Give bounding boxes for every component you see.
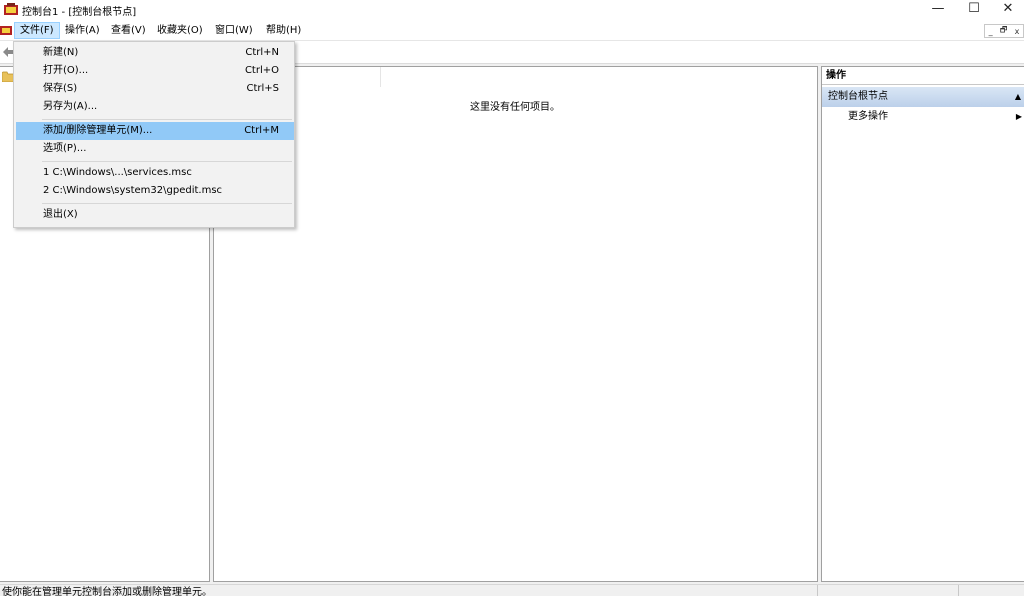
menu-action[interactable]: 操作(A) [60, 22, 105, 39]
actions-title: 操作 [822, 67, 1024, 85]
menu-item-open[interactable]: 打开(O)... Ctrl+O [16, 62, 294, 80]
more-actions-label: 更多操作 [848, 111, 888, 122]
mmc-app-icon [4, 3, 18, 15]
status-divider [817, 585, 818, 596]
mdi-minimize-button[interactable]: _ [989, 27, 993, 36]
menu-item-options[interactable]: 选项(P)... [16, 140, 294, 158]
menu-separator [42, 161, 292, 162]
menu-item-exit[interactable]: 退出(X) [16, 206, 294, 224]
submenu-arrow-icon: ▶ [1015, 112, 1022, 121]
mdi-close-button[interactable]: x [1015, 27, 1020, 36]
menu-item-save[interactable]: 保存(S) Ctrl+S [16, 80, 294, 98]
results-pane[interactable]: 这里没有任何项目。 [213, 66, 818, 582]
menu-separator [42, 119, 292, 120]
close-button[interactable]: ✕ [990, 0, 1024, 20]
menu-bar: 文件(F) 操作(A) 查看(V) 收藏夹(O) 窗口(W) 帮助(H) _ 🗗… [0, 20, 1024, 41]
menu-separator [42, 203, 292, 204]
column-header [214, 67, 817, 87]
menu-help[interactable]: 帮助(H) [261, 22, 306, 39]
menu-item-recent-2[interactable]: 2 C:\Windows\system32\gpedit.msc [16, 182, 294, 200]
maximize-button[interactable]: ☐ [956, 0, 992, 20]
status-divider [958, 585, 959, 596]
actions-section-header[interactable]: 控制台根节点 ▲ [822, 87, 1024, 107]
menu-item-recent-1[interactable]: 1 C:\Windows\...\services.msc [16, 164, 294, 182]
menu-item-add-remove-snapin[interactable]: 添加/删除管理单元(M)... Ctrl+M [16, 122, 294, 140]
minimize-button[interactable]: — [920, 0, 956, 20]
column-divider[interactable] [380, 67, 381, 87]
empty-message: 这里没有任何项目。 [470, 102, 560, 113]
more-actions-item[interactable]: 更多操作 ▶ [848, 109, 1024, 125]
menu-view[interactable]: 查看(V) [106, 22, 151, 39]
menu-item-save-as[interactable]: 另存为(A)... [16, 98, 294, 116]
menu-favorites[interactable]: 收藏夹(O) [152, 22, 208, 39]
actions-section-label: 控制台根节点 [828, 91, 888, 102]
actions-pane: 操作 控制台根节点 ▲ 更多操作 ▶ [821, 66, 1024, 582]
status-text: 使你能在管理单元控制台添加或删除管理单元。 [2, 587, 212, 596]
title-bar: 控制台1 - [控制台根节点] — ☐ ✕ [0, 0, 1024, 20]
file-menu-dropdown: 新建(N) Ctrl+N 打开(O)... Ctrl+O 保存(S) Ctrl+… [13, 41, 295, 228]
status-bar: 使你能在管理单元控制台添加或删除管理单元。 [0, 584, 1024, 596]
mdi-restore-button[interactable]: 🗗 [1000, 24, 1008, 38]
window-title: 控制台1 - [控制台根节点] [22, 7, 137, 18]
collapse-arrow-icon[interactable]: ▲ [1015, 87, 1021, 107]
mdi-controls: _ 🗗 x [984, 24, 1024, 38]
menu-file[interactable]: 文件(F) [14, 22, 60, 39]
menu-window[interactable]: 窗口(W) [210, 22, 258, 39]
menu-item-new[interactable]: 新建(N) Ctrl+N [16, 44, 294, 62]
mmc-document-icon[interactable] [0, 24, 12, 36]
